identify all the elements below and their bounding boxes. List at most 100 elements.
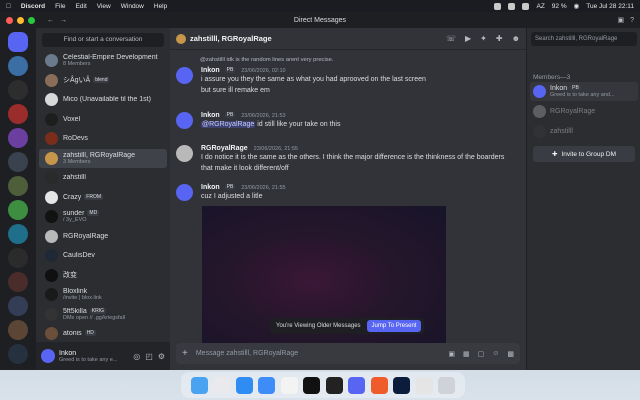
chatgpt-icon[interactable] <box>303 376 321 394</box>
server-icon[interactable] <box>8 152 28 172</box>
discord-home-icon[interactable] <box>8 32 28 52</box>
menu-edit[interactable]: Edit <box>76 3 87 10</box>
video-call-icon[interactable]: ▶ <box>465 34 471 43</box>
message-text: that make it look different/off <box>201 165 289 172</box>
dm-item[interactable]: 改变 <box>39 266 167 286</box>
menu-view[interactable]: View <box>97 3 111 10</box>
tray-icon[interactable] <box>494 2 502 10</box>
dm-name: Crazy <box>63 193 82 201</box>
upload-plus-icon[interactable]: + <box>182 348 188 359</box>
sticker-icon[interactable]: ▢ <box>478 350 485 358</box>
roblox-icon[interactable] <box>325 376 343 394</box>
member-item[interactable]: Inkon PB Greed is to take any and... <box>530 82 638 101</box>
mail-icon[interactable] <box>258 376 276 394</box>
dm-item[interactable]: Voxel <box>39 110 167 130</box>
forward-arrow-icon[interactable]: → <box>60 17 67 24</box>
photos-icon[interactable] <box>280 376 298 394</box>
message-avatar[interactable] <box>176 184 193 201</box>
menu-help[interactable]: Help <box>154 3 167 10</box>
dm-badge: MD <box>87 210 100 217</box>
member-list-icon[interactable]: ☻ <box>512 34 520 43</box>
member-item[interactable]: RGRoyalRage <box>530 102 638 121</box>
tray-icon[interactable] <box>508 2 516 10</box>
server-icon[interactable] <box>8 176 28 196</box>
menu-file[interactable]: File <box>55 3 65 10</box>
finder-icon[interactable] <box>190 376 208 394</box>
inbox-icon[interactable]: ▣ <box>617 16 624 24</box>
apps-icon[interactable]: ▩ <box>507 350 514 358</box>
members-search-input[interactable]: Search zahstilll, RGRoyalRage <box>531 32 637 46</box>
menubar-app-name[interactable]: Discord <box>21 3 45 10</box>
dm-item[interactable]: atonis HD <box>39 324 167 344</box>
user-mention[interactable]: @RGRoyalRage <box>201 121 256 128</box>
server-icon[interactable] <box>8 200 28 220</box>
wifi-icon[interactable]: ◉ <box>574 2 580 10</box>
server-icon[interactable] <box>8 248 28 268</box>
chat-header-title[interactable]: zahstilll, RGRoyalRage <box>190 34 272 43</box>
message-input[interactable]: Message zahstilll, RGRoyalRage <box>196 350 298 357</box>
discord-icon[interactable] <box>348 376 366 394</box>
back-arrow-icon[interactable]: ← <box>47 17 54 24</box>
dm-item[interactable]: シÂgいÂ blend <box>39 71 167 91</box>
tray-icon[interactable] <box>522 2 530 10</box>
message-avatar[interactable] <box>176 145 193 162</box>
apple-icon[interactable]:  <box>6 3 11 10</box>
zoom-window-button[interactable] <box>28 16 35 24</box>
reply-preview[interactable]: @zahstilll idk is the random lines arent… <box>200 57 333 63</box>
user-avatar[interactable] <box>41 349 55 363</box>
dm-item[interactable]: RoDevs <box>39 129 167 149</box>
server-icon[interactable] <box>8 104 28 124</box>
dm-item[interactable]: CaulisDev <box>39 246 167 266</box>
message-avatar[interactable] <box>176 112 193 129</box>
message-author[interactable]: Inkon <box>201 112 220 119</box>
trash-icon[interactable] <box>438 376 456 394</box>
server-icon[interactable] <box>8 272 28 292</box>
close-window-button[interactable] <box>6 16 13 24</box>
server-icon[interactable] <box>8 344 28 364</box>
dm-item[interactable]: Mico (Unavailable til the 1st) <box>39 90 167 110</box>
dm-item[interactable]: Crazy FROM <box>39 188 167 208</box>
dm-item[interactable]: Celestial-Empire Development 8 Members <box>39 51 167 71</box>
downloads-icon[interactable] <box>415 376 433 394</box>
photoshop-icon[interactable] <box>393 376 411 394</box>
dm-avatar <box>45 249 58 263</box>
app-icon[interactable] <box>370 376 388 394</box>
microphone-icon[interactable]: ◎ <box>133 352 140 361</box>
message-avatar[interactable] <box>176 67 193 84</box>
help-icon[interactable]: ? <box>630 17 634 24</box>
safari-icon[interactable] <box>235 376 253 394</box>
server-icon[interactable] <box>8 80 28 100</box>
clock[interactable]: Tue Jul 28 22:11 <box>586 3 634 10</box>
server-icon[interactable] <box>8 224 28 244</box>
gift-icon[interactable]: ▣ <box>448 350 455 358</box>
emoji-icon[interactable]: ☺ <box>492 350 499 358</box>
member-item[interactable]: zahstilll <box>530 122 638 141</box>
invite-to-group-dm-button[interactable]: ✚ Invite to Group DM <box>533 146 635 162</box>
server-icon[interactable] <box>8 128 28 148</box>
server-icon[interactable] <box>8 320 28 340</box>
dm-item[interactable]: zahstilll <box>39 168 167 188</box>
message-author[interactable]: RGRoyalRage <box>201 145 248 152</box>
settings-gear-icon[interactable]: ⚙ <box>158 352 165 361</box>
menu-window[interactable]: Window <box>121 3 144 10</box>
server-icon[interactable] <box>8 56 28 76</box>
dm-item[interactable]: RGRoyalRage <box>39 227 167 247</box>
voice-call-icon[interactable]: ☏ <box>446 34 456 43</box>
pinned-messages-icon[interactable]: ✦ <box>480 34 487 43</box>
dm-item[interactable]: sunder MD/ 3y_EVO <box>39 207 167 227</box>
dm-item[interactable]: zahstilll, RGRoyalRage 3 Members <box>39 148 167 168</box>
dm-item[interactable]: 5ft5killa KRIG DMs open // .gg/kriegsfall <box>39 305 167 325</box>
minimize-window-button[interactable] <box>17 16 24 24</box>
server-icon[interactable] <box>8 296 28 316</box>
add-friends-icon[interactable]: ✚ <box>496 34 503 43</box>
message-author[interactable]: Inkon <box>201 184 220 191</box>
find-conversation-button[interactable]: Find or start a conversation <box>42 33 164 47</box>
message-author[interactable]: Inkon <box>201 67 220 74</box>
gif-icon[interactable]: ▦ <box>463 350 470 358</box>
jump-to-present-button[interactable]: Jump To Present <box>366 320 422 332</box>
headphones-icon[interactable]: ◰ <box>145 352 153 361</box>
dm-item[interactable]: Bloxlink/invite | blox.link <box>39 285 167 305</box>
battery-percent[interactable]: 92 % <box>552 3 567 10</box>
input-source[interactable]: AZ <box>536 3 544 10</box>
launchpad-icon[interactable] <box>213 376 231 394</box>
